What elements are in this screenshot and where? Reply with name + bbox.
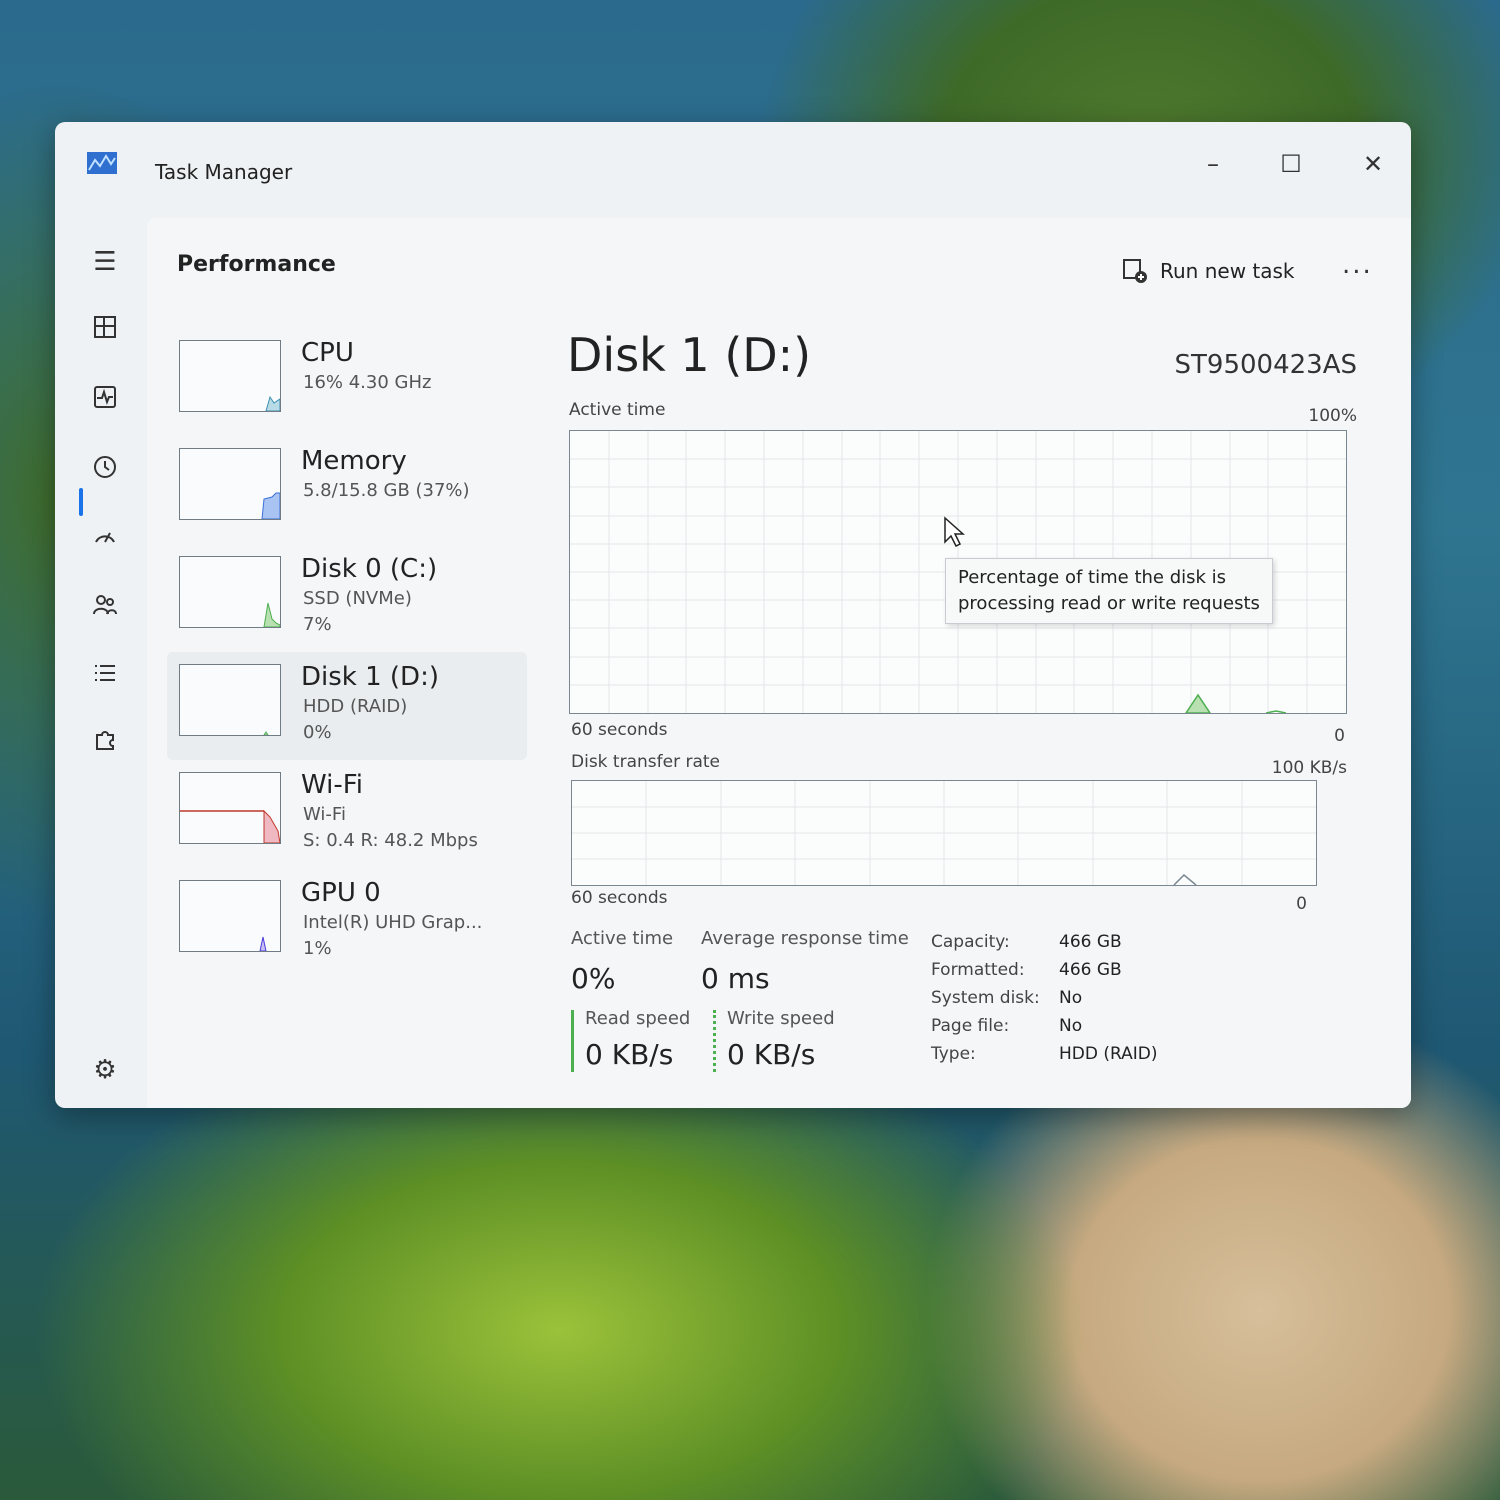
run-new-task-label: Run new task — [1160, 259, 1295, 283]
active-time-min: 0 — [1334, 726, 1345, 746]
avg-response-stat-value: 0 ms — [701, 962, 770, 995]
resource-memory[interactable]: Memory 5.8/15.8 GB (37%) — [167, 436, 527, 544]
services-puzzle-icon[interactable] — [85, 724, 125, 764]
resource-detail: SSD (NVMe) — [303, 588, 412, 609]
content-pane: Performance Run new task ... CPU 16% 4.3… — [147, 218, 1411, 1108]
task-manager-window: Task Manager – ☐ ✕ ☰ ⚙ Performance Run n… — [55, 122, 1411, 1108]
read-speed-value: 0 KB/s — [585, 1038, 674, 1071]
write-speed-label: Write speed — [727, 1008, 835, 1029]
active-time-stat-label: Active time — [571, 928, 674, 949]
window-title: Task Manager — [155, 160, 293, 184]
page-title: Performance — [177, 252, 336, 277]
resource-name: Wi-Fi — [301, 770, 364, 800]
performance-icon[interactable] — [85, 382, 125, 422]
transfer-rate-grid — [572, 781, 1316, 886]
property-label: System disk: — [931, 988, 1040, 1008]
property-value: 466 GB — [1059, 932, 1122, 952]
disk-title: Disk 1 (D:) — [567, 328, 812, 382]
property-value: 466 GB — [1059, 960, 1122, 980]
run-task-icon — [1123, 259, 1147, 283]
transfer-rate-graph-max: 100 KB/s — [1271, 758, 1347, 778]
tooltip-line: processing read or write requests — [958, 593, 1260, 614]
settings-gear-icon[interactable]: ⚙ — [85, 1050, 125, 1090]
gpu-thumbnail-graph — [179, 880, 281, 952]
transfer-rate-min: 0 — [1296, 894, 1307, 914]
resource-detail: Wi-Fi — [303, 804, 346, 825]
transfer-rate-duration: 60 seconds — [571, 888, 668, 908]
run-new-task-button[interactable]: Run new task — [1122, 258, 1295, 284]
active-time-duration: 60 seconds — [571, 720, 668, 740]
app-history-icon[interactable] — [85, 452, 125, 492]
resource-detail: 5.8/15.8 GB (37%) — [303, 480, 470, 501]
resource-detail: S: 0.4 R: 48.2 Mbps — [303, 830, 478, 851]
active-time-stat-value: 0% — [571, 962, 616, 995]
resource-detail: 0% — [303, 722, 332, 743]
more-options-button[interactable]: ... — [1342, 250, 1373, 280]
cpu-thumbnail-graph — [179, 340, 281, 412]
memory-thumbnail-graph — [179, 448, 281, 520]
wifi-thumbnail-graph — [179, 772, 281, 844]
disk-model: ST9500423AS — [1174, 350, 1357, 380]
resource-disk-1[interactable]: Disk 1 (D:) HDD (RAID) 0% — [167, 652, 527, 760]
resource-gpu[interactable]: GPU 0 Intel(R) UHD Grap... 1% — [167, 868, 527, 976]
property-label: Capacity: — [931, 932, 1010, 952]
resource-cpu[interactable]: CPU 16% 4.30 GHz — [167, 328, 527, 436]
read-speed-legend-line — [571, 1010, 574, 1072]
resource-detail: Intel(R) UHD Grap... — [303, 912, 483, 933]
property-value: No — [1059, 988, 1083, 1008]
resource-disk-0[interactable]: Disk 0 (C:) SSD (NVMe) 7% — [167, 544, 527, 652]
close-button[interactable]: ✕ — [1343, 144, 1403, 184]
minimize-button[interactable]: – — [1183, 144, 1243, 184]
mouse-cursor-icon — [944, 516, 965, 548]
resource-wifi[interactable]: Wi-Fi Wi-Fi S: 0.4 R: 48.2 Mbps — [167, 760, 527, 868]
active-time-graph-label: Active time — [569, 400, 666, 420]
hamburger-menu-icon[interactable]: ☰ — [85, 242, 125, 282]
tooltip-line: Percentage of time the disk is — [958, 567, 1227, 588]
property-value: HDD (RAID) — [1059, 1044, 1158, 1064]
resource-name: Disk 0 (C:) — [301, 554, 438, 584]
read-speed-label: Read speed — [585, 1008, 691, 1029]
resource-name: CPU — [301, 338, 354, 368]
transfer-rate-graph-label: Disk transfer rate — [571, 752, 720, 772]
transfer-rate-graph[interactable] — [571, 780, 1317, 886]
maximize-button[interactable]: ☐ — [1261, 144, 1321, 184]
users-icon[interactable] — [85, 590, 125, 630]
write-speed-legend-line — [713, 1010, 716, 1072]
property-label: Formatted: — [931, 960, 1025, 980]
disk0-thumbnail-graph — [179, 556, 281, 628]
task-manager-app-icon — [87, 152, 117, 174]
resource-name: Memory — [301, 446, 407, 476]
tooltip: Percentage of time the disk is processin… — [945, 558, 1273, 624]
resource-list: CPU 16% 4.30 GHz Memory 5.8/15.8 GB (37%… — [167, 328, 527, 976]
active-time-graph-max: 100% — [1308, 406, 1357, 426]
processes-icon[interactable] — [85, 312, 125, 352]
resource-detail: 1% — [303, 938, 332, 959]
resource-detail: 7% — [303, 614, 332, 635]
write-speed-value: 0 KB/s — [727, 1038, 816, 1071]
disk1-thumbnail-graph — [179, 664, 281, 736]
property-value: No — [1059, 1016, 1083, 1036]
avg-response-stat-label: Average response time — [701, 928, 909, 949]
navigation-rail: ☰ ⚙ — [55, 218, 147, 1108]
resource-detail: 16% 4.30 GHz — [303, 372, 432, 393]
nav-active-indicator — [79, 488, 83, 516]
property-label: Page file: — [931, 1016, 1010, 1036]
startup-apps-icon[interactable] — [85, 522, 125, 562]
property-label: Type: — [931, 1044, 976, 1064]
resource-name: Disk 1 (D:) — [301, 662, 439, 692]
resource-name: GPU 0 — [301, 878, 381, 908]
title-bar[interactable]: Task Manager – ☐ ✕ — [55, 122, 1411, 218]
resource-detail: HDD (RAID) — [303, 696, 408, 717]
details-list-icon[interactable] — [85, 658, 125, 698]
